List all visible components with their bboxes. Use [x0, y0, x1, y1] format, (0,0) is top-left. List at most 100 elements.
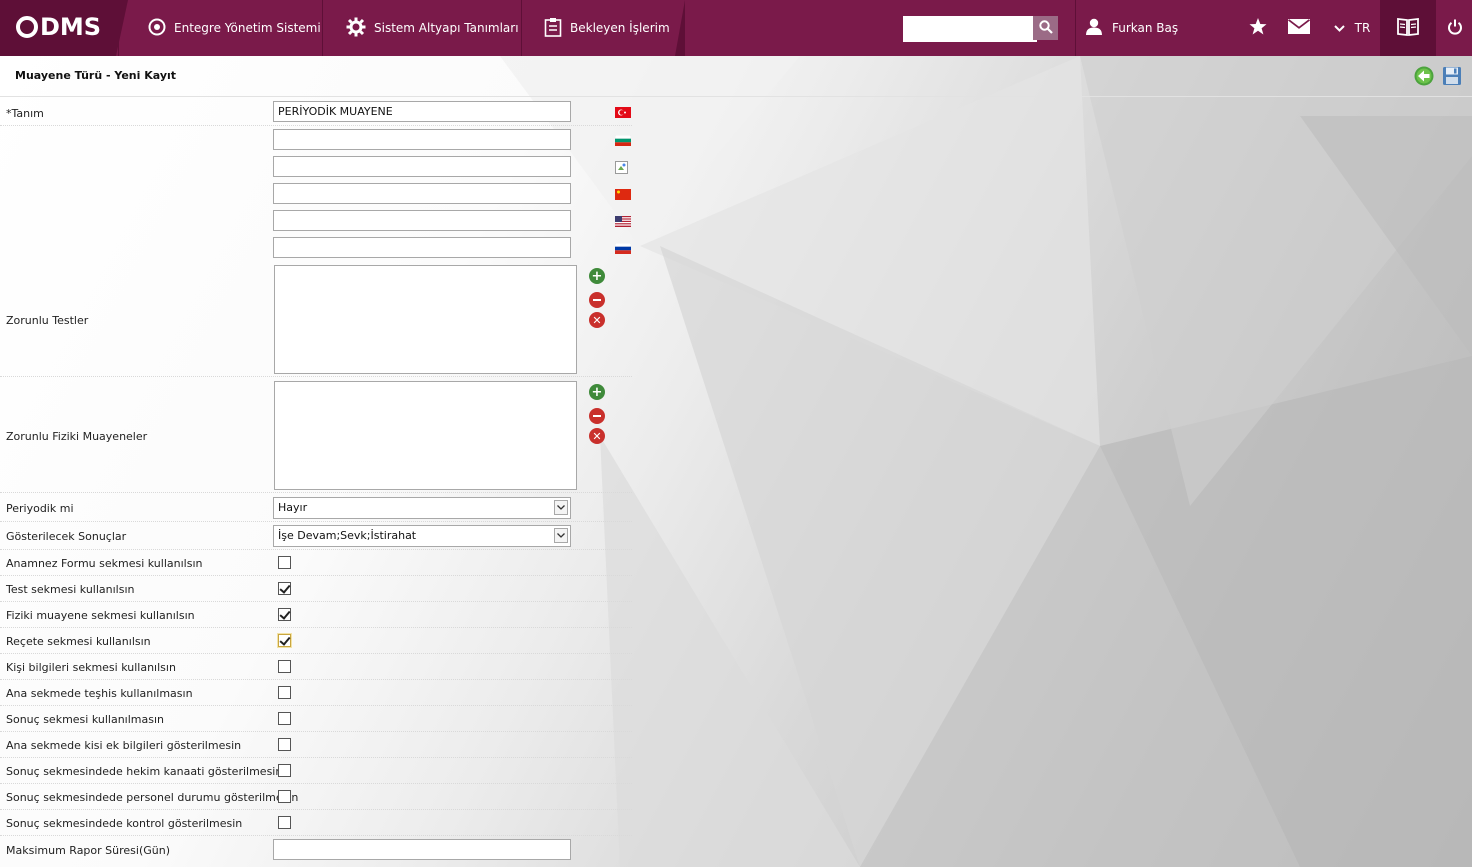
recete-checkbox[interactable]: [278, 634, 291, 647]
chevron-down-icon: [554, 500, 568, 515]
ek-bilgiler-checkbox[interactable]: [278, 738, 291, 751]
checkbox-label: Sonuç sekmesindede personel durumu göste…: [6, 791, 299, 804]
hekim-kanaati-checkbox[interactable]: [278, 764, 291, 777]
checkbox-row: Sonuç sekmesindede kontrol gösterilmesin: [0, 810, 632, 836]
sonuclar-label: Gösterilecek Sonuçlar: [6, 530, 127, 543]
kisi-bilgileri-checkbox[interactable]: [278, 660, 291, 673]
nav-entegre-yonetim[interactable]: Entegre Yönetim Sistemi: [148, 0, 321, 56]
clipboard-icon: [544, 17, 562, 40]
fiziki-muayene-checkbox[interactable]: [278, 608, 291, 621]
sonuclar-select[interactable]: İşe Devam;Sevk;İstirahat: [273, 525, 571, 547]
page-header: Muayene Türü - Yeni Kayıt: [0, 56, 1472, 97]
max-rapor-label: Maksimum Rapor Süresi(Gün): [6, 844, 171, 857]
messages-button[interactable]: [1287, 0, 1311, 56]
flag-tr-icon: [615, 107, 631, 118]
test-sekmesi-checkbox[interactable]: [278, 582, 291, 595]
flag-us-icon: [615, 216, 631, 227]
sonuc-sekmesi-checkbox[interactable]: [278, 712, 291, 725]
checkbox-label: Sonuç sekmesi kullanılmasın: [6, 713, 164, 726]
back-button[interactable]: [1414, 66, 1434, 89]
checkbox-label: Ana sekmede teşhis kullanılmasın: [6, 687, 193, 700]
nav-bekleyen-islerim[interactable]: Bekleyen İşlerim: [544, 0, 670, 56]
language-code: TR: [1354, 21, 1371, 35]
checkbox-label: Ana sekmede kisi ek bilgileri gösterilme…: [6, 739, 242, 752]
tanim-input-lang3[interactable]: [273, 156, 571, 177]
sonuclar-value: İşe Devam;Sevk;İstirahat: [278, 529, 417, 542]
personel-durumu-checkbox[interactable]: [278, 790, 291, 803]
remove-test-button[interactable]: [589, 292, 605, 308]
tanim-input-bg[interactable]: [273, 129, 571, 150]
chevron-down-icon: [1333, 21, 1345, 35]
tanim-input-cn[interactable]: [273, 183, 571, 204]
max-rapor-row: Maksimum Rapor Süresi(Gün): [0, 836, 632, 864]
teshis-checkbox[interactable]: [278, 686, 291, 699]
nav-label: Sistem Altyapı Tanımları: [374, 21, 519, 35]
search-input[interactable]: [903, 16, 1037, 42]
checkbox-label: Fiziki muayene sekmesi kullanılsın: [6, 609, 195, 622]
tanim-input-tr[interactable]: [273, 101, 571, 122]
book-icon: [1396, 17, 1420, 40]
tanim-label: *Tanım: [6, 107, 44, 120]
plus-icon: +: [591, 268, 603, 284]
search-button[interactable]: [1033, 16, 1058, 40]
flag-cn-icon: [615, 189, 631, 200]
periyodik-value: Hayır: [278, 501, 308, 514]
checkbox-row: Ana sekmede kisi ek bilgileri gösterilme…: [0, 732, 632, 758]
favorites-button[interactable]: [1248, 0, 1268, 56]
clear-fiziki-button[interactable]: ✕: [589, 428, 605, 444]
page-title: Muayene Türü - Yeni Kayıt: [15, 69, 177, 82]
qdms-logo[interactable]: DMS: [16, 13, 101, 41]
anamnez-checkbox[interactable]: [278, 556, 291, 569]
checkbox-row: Kişi bilgileri sekmesi kullanılsın: [0, 654, 632, 680]
checkbox-label: Anamnez Formu sekmesi kullanılsın: [6, 557, 203, 570]
checkbox-row: Sonuç sekmesi kullanılmasın: [0, 706, 632, 732]
add-fiziki-button[interactable]: +: [589, 384, 605, 400]
tanim-row: *Tanım: [0, 97, 632, 126]
star-icon: [1249, 18, 1267, 38]
chevron-down-icon: [554, 528, 568, 543]
flag-bg-icon: [614, 134, 632, 146]
sonuclar-row: Gösterilecek Sonuçlar İşe Devam;Sevk;İst…: [0, 522, 632, 550]
checkbox-row: Ana sekmede teşhis kullanılmasın: [0, 680, 632, 706]
close-icon: ✕: [592, 313, 602, 327]
periyodik-select[interactable]: Hayır: [273, 497, 571, 519]
kontrol-checkbox[interactable]: [278, 816, 291, 829]
checkbox-row: Reçete sekmesi kullanılsın: [0, 628, 632, 654]
flag-broken-icon: [615, 161, 631, 174]
clear-tests-button[interactable]: ✕: [589, 312, 605, 328]
checkbox-row: Anamnez Formu sekmesi kullanılsın: [0, 550, 632, 576]
add-test-button[interactable]: +: [589, 268, 605, 284]
zorunlu-fiziki-listbox[interactable]: [274, 381, 577, 490]
nav-label: Entegre Yönetim Sistemi: [174, 21, 321, 35]
envelope-icon: [1287, 19, 1311, 37]
user-name: Furkan Baş: [1112, 21, 1179, 35]
zorunlu-testler-listbox[interactable]: [274, 265, 577, 374]
nav-sistem-altyapi[interactable]: Sistem Altyapı Tanımları: [346, 0, 519, 56]
power-icon: [1447, 19, 1463, 38]
user-icon: [1086, 18, 1102, 38]
zorunlu-testler-label: Zorunlu Testler: [6, 314, 89, 327]
floppy-disk-icon: [1443, 67, 1461, 85]
save-button[interactable]: [1442, 66, 1462, 89]
user-menu[interactable]: Furkan Baş: [1086, 0, 1178, 56]
remove-fiziki-button[interactable]: [589, 408, 605, 424]
checkbox-row: Test sekmesi kullanılsın: [0, 576, 632, 602]
max-rapor-input[interactable]: [273, 839, 571, 860]
periyodik-label: Periyodik mi: [6, 502, 74, 515]
manual-button[interactable]: [1380, 0, 1436, 56]
tanim-input-en[interactable]: [273, 210, 571, 231]
flag-ru-icon: [614, 242, 632, 254]
zorunlu-testler-row: Zorunlu Testler + ✕: [0, 262, 632, 377]
checkbox-row: Sonuç sekmesindede hekim kanaati gösteri…: [0, 758, 632, 784]
back-arrow-icon: [1414, 66, 1434, 86]
gear-icon: [346, 17, 366, 40]
minus-icon: [593, 299, 601, 301]
checkbox-label: Test sekmesi kullanılsın: [6, 583, 135, 596]
language-selector[interactable]: TR: [1330, 0, 1374, 56]
checkbox-row: Sonuç sekmesindede personel durumu göste…: [0, 784, 632, 810]
tanim-input-ru[interactable]: [273, 237, 571, 258]
zorunlu-fiziki-row: Zorunlu Fiziki Muayeneler + ✕: [0, 378, 632, 493]
checkbox-label: Sonuç sekmesindede kontrol gösterilmesin: [6, 817, 243, 830]
logout-button[interactable]: [1442, 0, 1468, 56]
top-navigation-bar: DMS Entegre Yönetim Sistemi Sistem Altya…: [0, 0, 1472, 56]
